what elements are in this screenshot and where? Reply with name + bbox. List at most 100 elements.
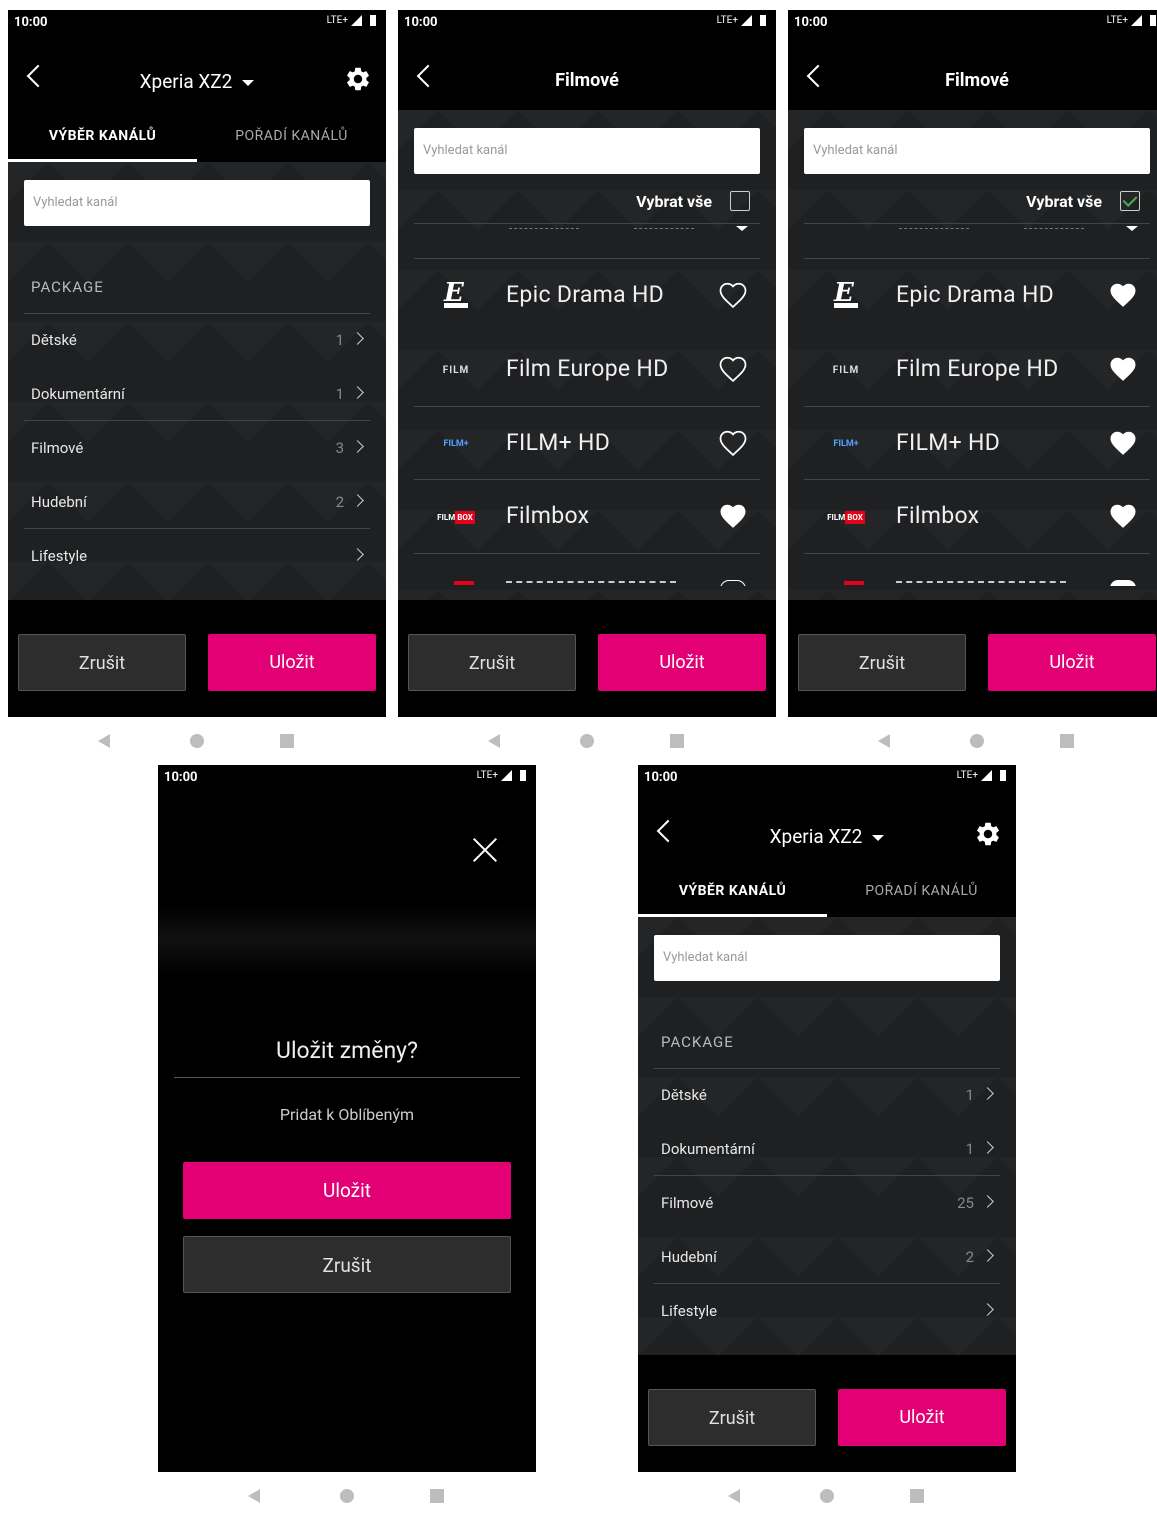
nav-back-icon[interactable] <box>248 1489 260 1503</box>
gear-icon[interactable] <box>974 820 1002 848</box>
category-label: Dokumentární <box>661 1140 755 1158</box>
nav-home-icon[interactable] <box>970 734 984 748</box>
dim-overlay <box>158 905 536 975</box>
battery-icon <box>760 15 766 26</box>
section-title: PACKAGE <box>31 278 104 296</box>
channel-name: Film Europe HD <box>896 355 1059 382</box>
category-row[interactable]: Dětské 1 <box>24 313 370 367</box>
check-icon <box>1122 192 1138 207</box>
channel-row[interactable]: FILM Film Europe HD <box>414 333 760 407</box>
nav-recents-icon[interactable] <box>430 1489 444 1503</box>
chevron-down-icon <box>242 79 255 86</box>
channel-row[interactable]: E Epic Drama HD <box>414 259 760 333</box>
heart-filled-icon[interactable] <box>1108 281 1138 309</box>
cancel-button[interactable]: Zrušit <box>798 634 966 691</box>
nav-back-icon[interactable] <box>488 734 500 748</box>
nav-recents-icon[interactable] <box>910 1489 924 1503</box>
category-row[interactable]: Hudební 2 <box>24 475 370 529</box>
category-count: 1 <box>965 1086 974 1104</box>
select-all-checkbox[interactable] <box>730 191 750 211</box>
tab-channel-selection[interactable]: VÝBĚR KANÁLŮ <box>638 865 827 917</box>
heart-filled-icon[interactable] <box>1108 429 1138 457</box>
nav-back-icon[interactable] <box>728 1489 740 1503</box>
nav-recents-icon[interactable] <box>1060 734 1074 748</box>
category-count: 2 <box>335 493 344 511</box>
save-button[interactable]: Uložit <box>988 634 1156 691</box>
heart-outline-icon[interactable] <box>718 355 748 383</box>
chevron-right-icon <box>351 386 364 399</box>
tab-channel-selection[interactable]: VÝBĚR KANÁLŮ <box>8 110 197 162</box>
section-title: PACKAGE <box>661 1033 734 1051</box>
category-row[interactable]: Filmové 3 <box>24 421 370 475</box>
heart-filled-icon[interactable] <box>718 502 748 530</box>
signal-icon <box>501 770 512 781</box>
channel-row[interactable]: E Epic Drama HD <box>804 259 1150 333</box>
status-time: 10:00 <box>164 770 198 785</box>
category-row[interactable]: Dětské 1 <box>654 1068 1000 1122</box>
cancel-button[interactable]: Zrušit <box>183 1236 511 1293</box>
tab-channel-order[interactable]: POŘADÍ KANÁLŮ <box>197 110 386 162</box>
nav-home-icon[interactable] <box>190 734 204 748</box>
device-title: Xperia XZ2 <box>769 825 863 848</box>
network-indicator: LTE+ <box>477 770 526 781</box>
close-icon[interactable] <box>472 837 498 863</box>
category-row[interactable]: Lifestyle <box>24 529 370 583</box>
nav-recents-icon[interactable] <box>280 734 294 748</box>
nav-home-icon[interactable] <box>580 734 594 748</box>
search-input[interactable]: Vyhledat kanál <box>24 180 370 226</box>
chevron-right-icon <box>981 1141 994 1154</box>
content-area: Vyhledat kanál PACKAGE Dětské 1 Dokumentá… <box>638 917 1016 1355</box>
category-count: 2 <box>965 1248 974 1266</box>
device-selector[interactable]: Xperia XZ2 <box>638 825 1016 848</box>
nav-back-icon[interactable] <box>878 734 890 748</box>
search-input[interactable]: Vyhledat kanál <box>654 935 1000 981</box>
cancel-button[interactable]: Zrušit <box>408 634 576 691</box>
category-row[interactable]: Dokumentární 1 <box>24 367 370 421</box>
film-plus-logo: FILM+ <box>443 439 469 449</box>
footer: Zrušit Uložit <box>398 600 776 717</box>
category-row[interactable]: Dokumentární 1 <box>654 1122 1000 1176</box>
search-input[interactable]: Vyhledat kanál <box>804 128 1150 174</box>
channel-row[interactable]: FILM+ FILM+ HD <box>804 407 1150 481</box>
search-input[interactable]: Vyhledat kanál <box>414 128 760 174</box>
save-button[interactable]: Uložit <box>838 1389 1006 1446</box>
category-label: Filmové <box>661 1194 714 1212</box>
network-indicator: LTE+ <box>327 15 376 26</box>
cancel-button[interactable]: Zrušit <box>648 1389 816 1446</box>
channel-row[interactable]: FILM BOX Filmbox <box>414 480 760 554</box>
signal-icon <box>351 15 362 26</box>
channel-name: FILM+ HD <box>896 429 1001 456</box>
category-row[interactable]: Filmové 25 <box>654 1176 1000 1230</box>
heart-filled-icon[interactable] <box>1108 355 1138 383</box>
nav-home-icon[interactable] <box>340 1489 354 1503</box>
channel-row[interactable]: FILM Film Europe HD <box>804 333 1150 407</box>
category-label: Dětské <box>661 1086 707 1104</box>
channel-row[interactable]: FILM+ FILM+ HD <box>414 407 760 481</box>
tab-bar: VÝBĚR KANÁLŮ POŘADÍ KANÁLŮ <box>8 110 386 162</box>
nav-home-icon[interactable] <box>820 1489 834 1503</box>
nav-back-icon[interactable] <box>98 734 110 748</box>
network-label: LTE+ <box>716 15 738 26</box>
system-nav-bar <box>8 717 386 767</box>
select-all-checkbox[interactable] <box>1120 191 1140 211</box>
network-label: LTE+ <box>326 15 348 26</box>
gear-icon[interactable] <box>344 65 372 93</box>
tab-channel-order[interactable]: POŘADÍ KANÁLŮ <box>827 865 1016 917</box>
chevron-right-icon <box>351 440 364 453</box>
nav-recents-icon[interactable] <box>670 734 684 748</box>
cancel-button[interactable]: Zrušit <box>18 634 186 691</box>
top-bar: Xperia XZ2 <box>8 50 386 110</box>
category-label: Lifestyle <box>661 1302 718 1320</box>
heart-filled-icon[interactable] <box>1108 502 1138 530</box>
category-row[interactable]: Hudební 2 <box>654 1230 1000 1284</box>
device-selector[interactable]: Xperia XZ2 <box>8 70 386 93</box>
save-button[interactable]: Uložit <box>183 1162 511 1219</box>
content-area: Vyhledat kanál Vybrat vše E Epic Drama H… <box>788 110 1157 600</box>
save-button[interactable]: Uložit <box>208 634 376 691</box>
save-button[interactable]: Uložit <box>598 634 766 691</box>
category-row[interactable]: Lifestyle <box>654 1284 1000 1338</box>
heart-outline-icon[interactable] <box>718 281 748 309</box>
channel-row[interactable]: FILM BOX Filmbox <box>804 480 1150 554</box>
heart-outline-icon[interactable] <box>718 429 748 457</box>
chevron-right-icon <box>981 1303 994 1316</box>
